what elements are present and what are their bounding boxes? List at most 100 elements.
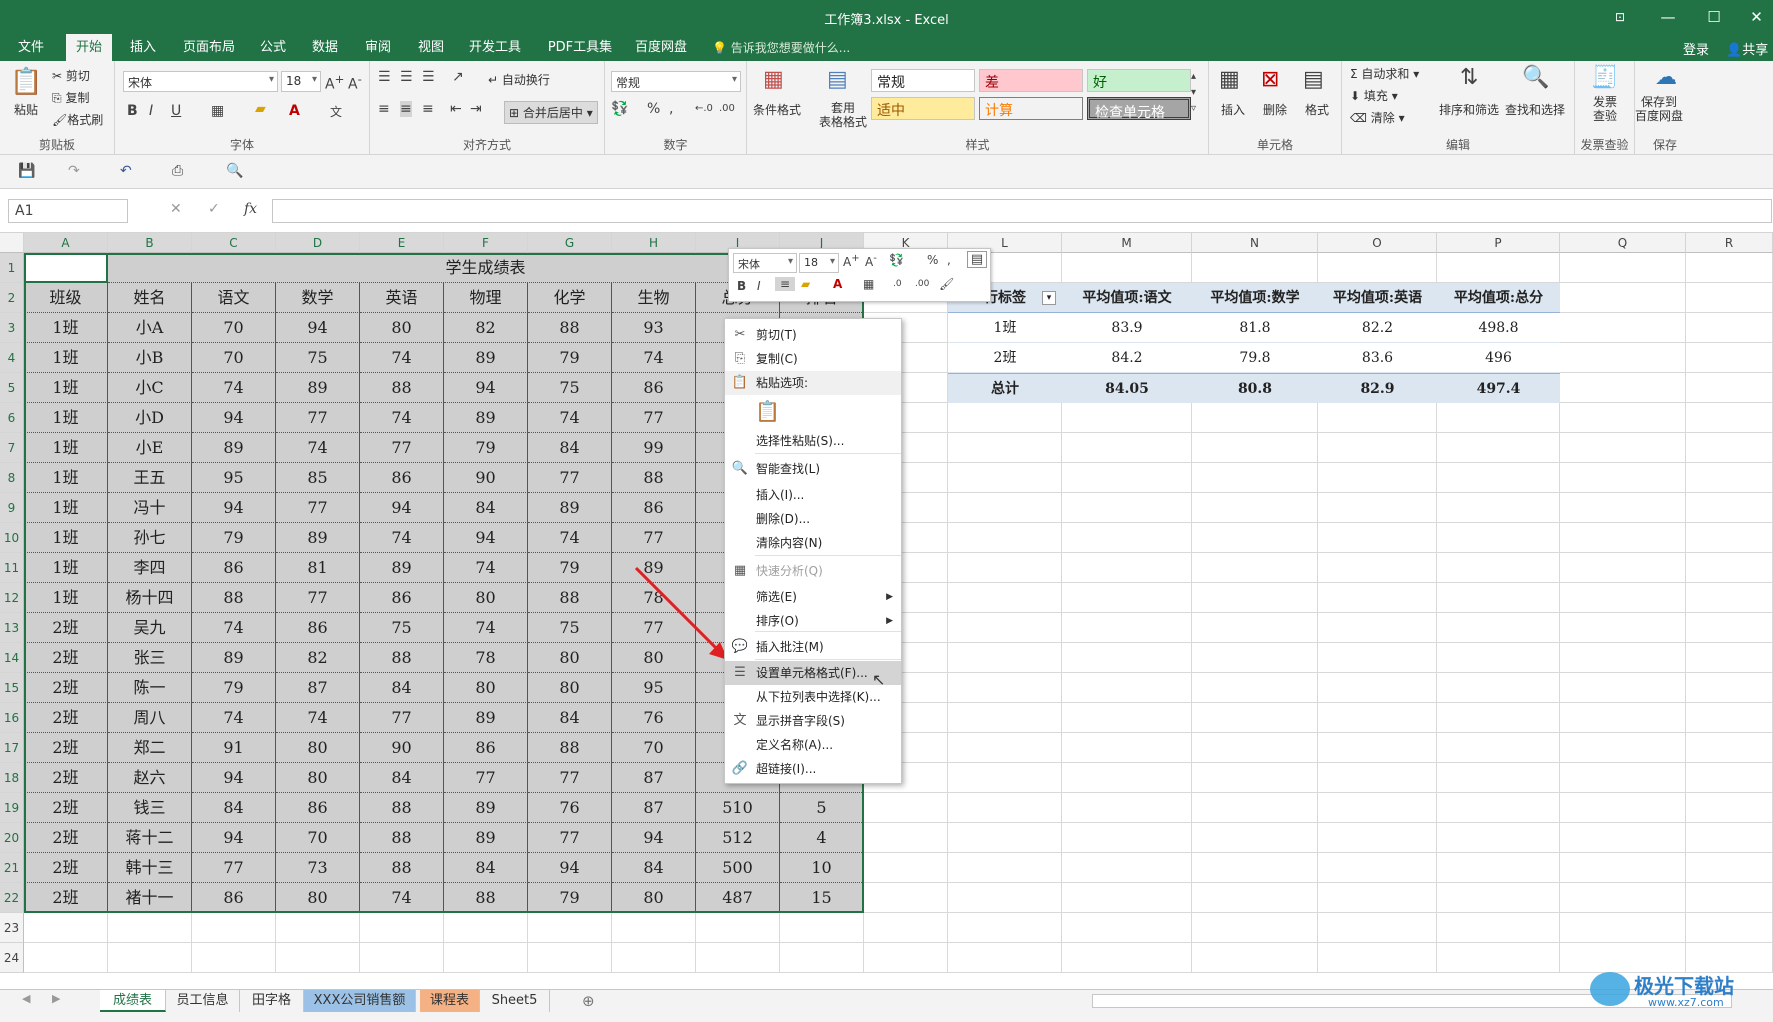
pivot-cell[interactable]: 2班 — [948, 343, 1062, 373]
table-cell[interactable]: 70 — [612, 733, 696, 763]
table-cell[interactable]: 77 — [444, 763, 528, 793]
empty-cell[interactable] — [948, 523, 1062, 553]
delete-cells-button[interactable]: 删除 — [1263, 101, 1287, 118]
table-cell[interactable]: 蒋十二 — [108, 823, 192, 853]
empty-cell[interactable] — [1686, 403, 1773, 433]
empty-cell[interactable] — [696, 913, 780, 943]
empty-cell[interactable] — [1062, 883, 1192, 913]
table-cell[interactable]: 1班 — [24, 493, 108, 523]
table-cell[interactable]: 89 — [192, 433, 276, 463]
empty-cell[interactable] — [948, 793, 1062, 823]
pivot-total-cell[interactable]: 总计 — [948, 373, 1062, 403]
empty-cell[interactable] — [1318, 883, 1437, 913]
table-cell[interactable]: 89 — [276, 373, 360, 403]
table-cell[interactable]: 79 — [192, 673, 276, 703]
empty-cell[interactable] — [108, 943, 192, 973]
mini-format-painter-icon[interactable]: 🖌 — [939, 277, 954, 291]
table-cell[interactable]: 80 — [444, 583, 528, 613]
delete-cells-icon[interactable]: ⊠ — [1261, 67, 1279, 92]
empty-cell[interactable] — [1560, 883, 1686, 913]
table-cell[interactable]: 84 — [528, 703, 612, 733]
table-cell[interactable]: 1班 — [24, 463, 108, 493]
column-heading-cell[interactable]: 班级 — [24, 283, 108, 313]
empty-cell[interactable] — [1686, 733, 1773, 763]
empty-cell[interactable] — [948, 913, 1062, 943]
empty-cell[interactable] — [444, 943, 528, 973]
tell-me-search[interactable]: 💡 告诉我您想要做什么... — [712, 39, 850, 56]
empty-cell[interactable] — [24, 913, 108, 943]
table-cell[interactable]: 93 — [612, 313, 696, 343]
empty-cell[interactable] — [948, 853, 1062, 883]
name-box[interactable]: A1 — [8, 199, 128, 223]
empty-cell[interactable] — [1062, 823, 1192, 853]
empty-cell[interactable] — [864, 943, 948, 973]
table-cell[interactable]: 杨十四 — [108, 583, 192, 613]
table-cell[interactable]: 86 — [276, 613, 360, 643]
table-cell[interactable]: 89 — [360, 553, 444, 583]
empty-cell[interactable] — [1062, 793, 1192, 823]
table-cell[interactable]: 小C — [108, 373, 192, 403]
format-painter-button[interactable]: 🖌格式刷 — [52, 111, 103, 128]
empty-cell[interactable] — [1686, 793, 1773, 823]
empty-cell[interactable] — [1686, 493, 1773, 523]
row-header[interactable]: 22 — [0, 883, 24, 913]
empty-cell[interactable] — [1062, 433, 1192, 463]
percent-button[interactable]: % — [647, 101, 660, 117]
empty-cell[interactable] — [360, 913, 444, 943]
row-header[interactable]: 17 — [0, 733, 24, 763]
pivot-cell[interactable]: 83.9 — [1062, 313, 1192, 343]
scroll-left-icon[interactable]: ◀ — [22, 992, 30, 1005]
column-header[interactable]: D — [276, 233, 360, 253]
table-cell[interactable]: 小A — [108, 313, 192, 343]
table-cell[interactable]: 79 — [192, 523, 276, 553]
empty-cell[interactable] — [1192, 733, 1318, 763]
empty-cell[interactable] — [1192, 523, 1318, 553]
empty-cell[interactable] — [696, 943, 780, 973]
format-cells-button[interactable]: 格式 — [1305, 101, 1329, 118]
table-cell[interactable]: 84 — [360, 763, 444, 793]
table-cell[interactable]: 74 — [360, 883, 444, 913]
row-header[interactable]: 24 — [0, 943, 24, 973]
pivot-header-cell[interactable]: 平均值项:英语 — [1318, 283, 1437, 313]
column-header[interactable]: F — [444, 233, 528, 253]
sort-filter-button[interactable]: 排序和筛选 — [1439, 101, 1499, 118]
find-select-icon[interactable]: 🔍 — [1522, 65, 1549, 90]
align-right-icon[interactable]: ≡ — [422, 101, 434, 117]
table-cell[interactable]: 80 — [528, 643, 612, 673]
empty-cell[interactable] — [948, 403, 1062, 433]
table-cell[interactable]: 2班 — [24, 823, 108, 853]
column-heading-cell[interactable]: 生物 — [612, 283, 696, 313]
empty-cell[interactable] — [528, 913, 612, 943]
empty-cell[interactable] — [1062, 763, 1192, 793]
table-cell[interactable]: 86 — [192, 553, 276, 583]
column-header[interactable]: H — [612, 233, 696, 253]
context-menu-item[interactable]: ⎘ 复制(C) — [725, 347, 901, 371]
empty-cell[interactable] — [1192, 553, 1318, 583]
row-header[interactable]: 16 — [0, 703, 24, 733]
save-icon[interactable]: 💾 — [18, 163, 35, 179]
table-cell[interactable]: 94 — [612, 823, 696, 853]
style-normal[interactable]: 常规 — [871, 69, 975, 92]
table-cell[interactable]: 510 — [696, 793, 780, 823]
cancel-icon[interactable]: ✕ — [170, 201, 182, 217]
empty-cell[interactable] — [1560, 853, 1686, 883]
table-cell[interactable]: 王五 — [108, 463, 192, 493]
empty-cell[interactable] — [1192, 913, 1318, 943]
table-cell[interactable]: 78 — [444, 643, 528, 673]
empty-cell[interactable] — [1686, 523, 1773, 553]
styles-scroll-icon[interactable]: ▴ ▾ ▿ — [1191, 69, 1196, 117]
empty-cell[interactable] — [1437, 433, 1560, 463]
table-cell[interactable]: 77 — [612, 523, 696, 553]
empty-cell[interactable] — [1560, 253, 1686, 283]
find-select-button[interactable]: 查找和选择 — [1505, 101, 1565, 118]
empty-cell[interactable] — [444, 913, 528, 943]
table-cell[interactable]: 89 — [444, 793, 528, 823]
pivot-cell[interactable]: 84.2 — [1062, 343, 1192, 373]
empty-cell[interactable] — [1192, 943, 1318, 973]
filter-dropdown-icon[interactable]: ▾ — [1042, 291, 1056, 305]
font-name-select[interactable]: 宋体 — [123, 71, 278, 92]
empty-cell[interactable] — [1560, 553, 1686, 583]
empty-cell[interactable] — [1437, 763, 1560, 793]
empty-cell[interactable] — [1318, 763, 1437, 793]
empty-cell[interactable] — [1192, 793, 1318, 823]
